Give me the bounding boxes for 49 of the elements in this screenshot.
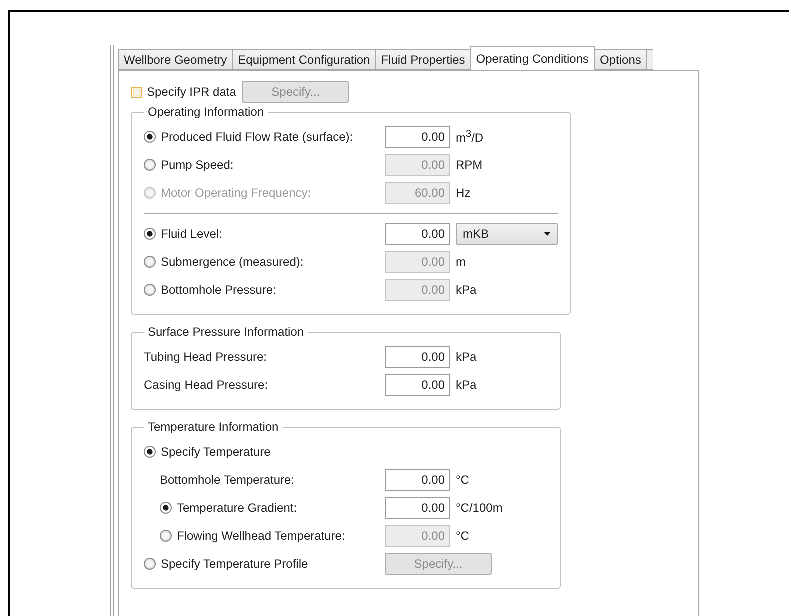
unit-dropdown[interactable]: mKB: [456, 223, 558, 245]
unit-label: Hz: [456, 186, 472, 200]
field-label: Tubing Head Pressure:: [144, 350, 268, 364]
unit-label: m$^{3}$/D: [456, 129, 485, 145]
number-field[interactable]: 0.00: [385, 223, 450, 245]
radio-icon[interactable]: [144, 558, 156, 570]
radio-icon[interactable]: [144, 284, 156, 296]
radio-option[interactable]: Temperature Gradient:: [160, 501, 379, 515]
number-field[interactable]: 0.00: [385, 497, 450, 519]
radio-icon[interactable]: [144, 159, 156, 171]
field-label: Bottomhole Temperature:: [160, 473, 296, 487]
radio-icon[interactable]: [160, 502, 172, 514]
group-title: Surface Pressure Information: [147, 325, 306, 339]
radio-icon[interactable]: [144, 228, 156, 240]
radio-option[interactable]: Submergence (measured):: [144, 255, 379, 269]
number-field[interactable]: 0.00: [385, 346, 450, 368]
tab[interactable]: Wellbore Geometry: [118, 49, 234, 70]
unit-label: °C/100m: [456, 501, 504, 515]
number-field[interactable]: 0.00: [385, 374, 450, 396]
unit-label: RPM: [456, 158, 484, 172]
number-field[interactable]: 0.00: [385, 469, 450, 491]
number-field[interactable]: 0.00: [385, 126, 450, 148]
radio-option[interactable]: Fluid Level:: [144, 227, 379, 241]
field-label: Casing Head Pressure:: [144, 378, 270, 392]
unit-label: kPa: [456, 378, 478, 392]
radio-option[interactable]: Specify Temperature: [144, 445, 379, 459]
tab[interactable]: Fluid Properties: [375, 49, 472, 70]
tab[interactable]: Equipment Configuration: [232, 49, 376, 70]
radio-option[interactable]: Specify Temperature Profile: [144, 557, 379, 571]
unit-label: m: [456, 255, 467, 269]
checkbox-option[interactable]: Specify IPR data: [131, 85, 236, 99]
tab[interactable]: [646, 49, 654, 70]
radio-icon[interactable]: [144, 256, 156, 268]
radio-option[interactable]: Bottomhole Pressure:: [144, 283, 379, 297]
radio-option[interactable]: Produced Fluid Flow Rate (surface):: [144, 130, 379, 144]
checkbox-icon: [131, 86, 142, 98]
radio-option[interactable]: Flowing Wellhead Temperature:: [160, 529, 379, 543]
unit-label: kPa: [456, 350, 478, 364]
radio-icon[interactable]: [144, 131, 156, 143]
caret-icon: [544, 232, 551, 236]
group-title: Operating Information: [147, 105, 266, 119]
unit-label: kPa: [456, 283, 478, 297]
tab[interactable]: Options: [594, 49, 648, 70]
radio-icon[interactable]: [144, 446, 156, 458]
unit-label: °C: [456, 529, 470, 543]
radio-option[interactable]: Pump Speed:: [144, 158, 379, 172]
unit-label: °C: [456, 473, 470, 487]
group-title: Temperature Information: [147, 420, 280, 434]
radio-icon[interactable]: [160, 530, 172, 542]
